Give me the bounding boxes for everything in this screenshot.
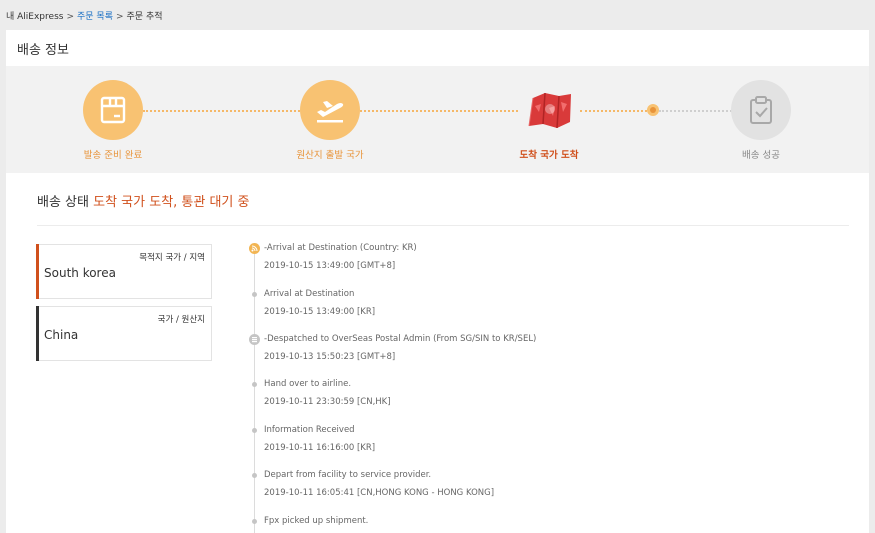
step-label: 원산지 출발 국가 xyxy=(296,150,364,161)
step-label: 배송 성공 xyxy=(742,150,780,161)
progress-line-pending xyxy=(659,110,732,112)
event-title: -Despatched to OverSeas Postal Admin (Fr… xyxy=(264,334,537,344)
shipping-progress: 발송 준비 완료 원산지 출발 국가 도착 국가 도착 배송 성공 xyxy=(6,66,869,173)
airplane-takeoff-icon xyxy=(300,80,360,140)
status-value: 도착 국가 도착, 통관 대기 중 xyxy=(93,195,250,210)
event-time: 2019-10-13 15:50:23 [GMT+8] xyxy=(264,352,396,362)
origin-value: China xyxy=(44,328,79,342)
destination-value: South korea xyxy=(44,266,116,280)
step-label: 발송 준비 완료 xyxy=(83,150,143,161)
destination-heading: 목적지 국가 / 지역 xyxy=(139,253,205,263)
event-title: -Arrival at Destination (Country: KR) xyxy=(264,243,417,253)
section-title: 배송 정보 xyxy=(17,42,69,58)
event-time: 2019-10-11 16:05:41 [CN,HONG KONG - HONG… xyxy=(264,488,495,498)
event-title: Arrival at Destination xyxy=(264,289,355,299)
origin-box: 국가 / 원산지 China xyxy=(36,306,212,361)
step-label: 도착 국가 도착 xyxy=(519,150,579,161)
accent-bar xyxy=(36,244,39,299)
timeline-dot xyxy=(252,519,257,524)
breadcrumb: 내 AliExpress > 주문 목록 > 주문 추적 xyxy=(6,9,163,22)
origin-heading: 국가 / 원산지 xyxy=(157,315,205,325)
clipboard-check-icon xyxy=(731,80,791,140)
event-time: 2019-10-11 16:16:00 [KR] xyxy=(264,443,376,453)
timeline-dot xyxy=(252,428,257,433)
event-title: Hand over to airline. xyxy=(264,379,352,389)
event-title: Fpx picked up shipment. xyxy=(264,516,369,526)
shipping-info-card: 배송 정보 발송 준비 완료 원산지 출발 국가 도착 국가 도착 배송 성공 … xyxy=(6,30,869,533)
timeline-dot xyxy=(252,382,257,387)
progress-line xyxy=(360,110,518,112)
divider xyxy=(37,225,849,226)
breadcrumb-current: 주문 추적 xyxy=(126,12,163,22)
event-time: 2019-10-15 13:49:00 [KR] xyxy=(264,307,376,317)
breadcrumb-home[interactable]: 내 AliExpress xyxy=(6,12,63,22)
timeline-dot xyxy=(252,473,257,478)
breadcrumb-separator: > xyxy=(115,12,124,22)
destination-map-icon xyxy=(519,80,579,140)
breadcrumb-separator: > xyxy=(66,12,74,22)
timeline-dot xyxy=(252,292,257,297)
breadcrumb-orders-link[interactable]: 주문 목록 xyxy=(77,12,113,22)
timeline-line xyxy=(254,246,255,533)
transit-icon xyxy=(249,334,260,345)
shipping-status: 배송 상태 도착 국가 도착, 통관 대기 중 xyxy=(37,191,249,210)
event-title: Depart from facility to service provider… xyxy=(264,470,432,480)
status-label: 배송 상태 xyxy=(37,195,89,210)
destination-box: 목적지 국가 / 지역 South korea xyxy=(36,244,212,299)
event-time: 2019-10-11 23:30:59 [CN,HK] xyxy=(264,397,391,407)
progress-position-marker xyxy=(647,104,659,116)
accent-bar xyxy=(36,306,39,361)
rss-icon xyxy=(249,243,260,254)
progress-line xyxy=(580,110,647,112)
event-time: 2019-10-15 13:49:00 [GMT+8] xyxy=(264,261,396,271)
progress-line xyxy=(143,110,300,112)
package-icon xyxy=(83,80,143,140)
event-title: Information Received xyxy=(264,425,355,435)
